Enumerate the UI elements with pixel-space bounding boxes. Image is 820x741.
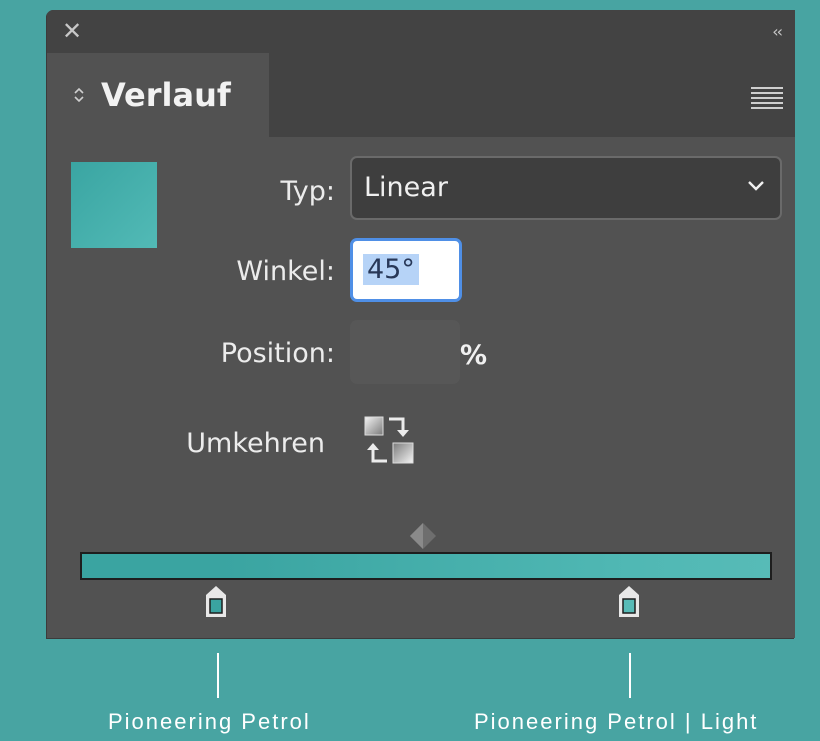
caption-right: Pioneering Petrol | Light [474, 709, 759, 734]
guide-line-right [629, 653, 631, 698]
collapse-icon[interactable]: ‹‹ [772, 22, 783, 41]
panel-menu-icon[interactable] [751, 87, 783, 109]
position-unit: % [460, 340, 488, 371]
angle-input-value: 45° [363, 254, 419, 285]
updown-chevron-icon [73, 86, 85, 104]
gradient-panel: ✕ ‹‹ Verlauf Typ: Linear Winkel: 45° Pos… [47, 10, 795, 638]
guide-line-left [217, 653, 219, 698]
type-label: Typ: [280, 176, 335, 207]
position-input[interactable] [350, 320, 460, 384]
tab-row: Verlauf [47, 53, 795, 137]
midpoint-diamond-icon[interactable] [409, 522, 437, 550]
gradient-ramp[interactable] [80, 552, 772, 580]
gradient-swatch[interactable] [71, 162, 157, 248]
angle-label: Winkel: [236, 256, 335, 287]
panel-titlebar: ✕ ‹‹ [47, 10, 795, 53]
tab-verlauf[interactable]: Verlauf [47, 53, 269, 137]
chevron-down-icon [748, 181, 764, 191]
reverse-gradient-icon[interactable] [363, 415, 417, 467]
angle-input[interactable]: 45° [350, 238, 462, 302]
type-select-value: Linear [364, 172, 448, 203]
tab-title: Verlauf [101, 76, 231, 114]
gradient-stop-right[interactable] [617, 586, 641, 618]
type-select[interactable]: Linear [350, 156, 782, 220]
gradient-stop-left[interactable] [204, 586, 228, 618]
caption-left: Pioneering Petrol [108, 709, 311, 734]
reverse-label: Umkehren [186, 428, 325, 459]
close-icon[interactable]: ✕ [61, 19, 83, 43]
position-label: Position: [220, 338, 335, 369]
